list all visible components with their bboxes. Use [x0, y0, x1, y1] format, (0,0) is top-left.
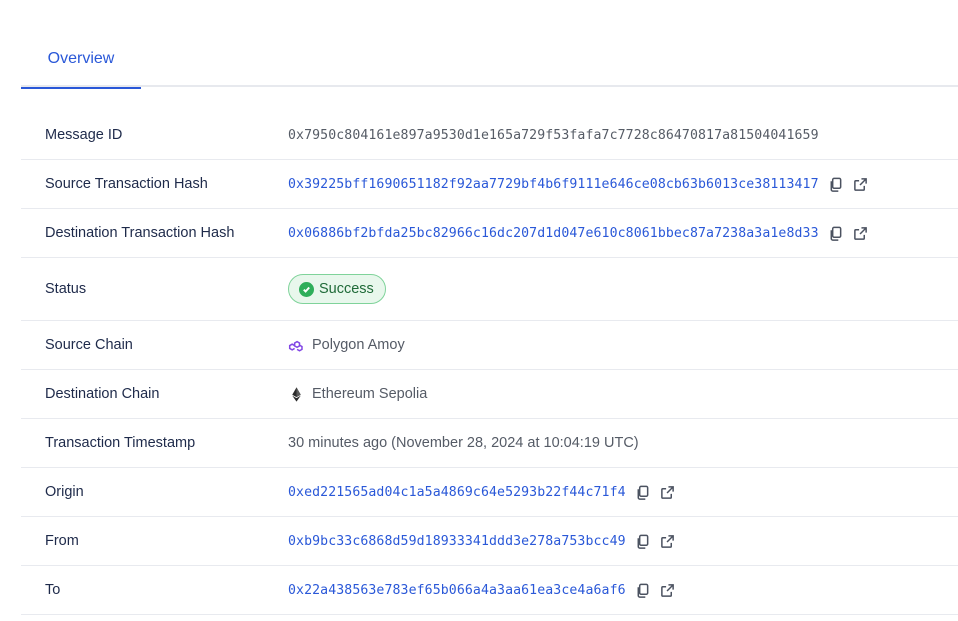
tab-overview[interactable]: Overview	[21, 0, 141, 89]
to-address-link[interactable]: 0x22a438563e783ef65b066a4a3aa61ea3ce4a6a…	[288, 583, 626, 598]
to-label: To	[45, 582, 61, 598]
destination-chain-label: Destination Chain	[45, 386, 160, 402]
status-badge-text: Success	[319, 281, 374, 297]
detail-row-from: From 0xb9bc33c6868d59d18933341ddd3e278a7…	[21, 517, 958, 566]
detail-row-destination-tx-hash: Destination Transaction Hash 0x06886bf2b…	[21, 209, 958, 258]
copy-icon[interactable]	[635, 533, 651, 549]
check-circle-icon	[299, 281, 314, 297]
detail-row-status: Status Success	[21, 258, 958, 321]
external-link-icon[interactable]	[660, 484, 676, 500]
from-address-link[interactable]: 0xb9bc33c6868d59d18933341ddd3e278a753bcc…	[288, 534, 626, 549]
ethereum-icon	[288, 386, 305, 403]
detail-row-origin: Origin 0xed221565ad04c1a5a4869c64e5293b2…	[21, 468, 958, 517]
detail-row-source-tx-hash: Source Transaction Hash 0x39225bff169065…	[21, 160, 958, 209]
detail-row-message-id: Message ID 0x7950c804161e897a9530d1e165a…	[21, 111, 958, 160]
source-chain-label: Source Chain	[45, 337, 133, 353]
polygon-icon	[288, 337, 305, 354]
timestamp-value: 30 minutes ago (November 28, 2024 at 10:…	[288, 435, 639, 451]
external-link-icon[interactable]	[660, 533, 676, 549]
detail-row-timestamp: Transaction Timestamp 30 minutes ago (No…	[21, 419, 958, 468]
tab-bar: Overview	[21, 0, 958, 89]
copy-icon[interactable]	[635, 582, 651, 598]
external-link-icon[interactable]	[853, 176, 869, 192]
origin-label: Origin	[45, 484, 84, 500]
from-label: From	[45, 533, 79, 549]
detail-row-destination-chain: Destination Chain Ethereum Sepolia	[21, 370, 958, 419]
tab-overview-label: Overview	[47, 49, 115, 67]
status-label: Status	[45, 281, 87, 297]
external-link-icon[interactable]	[660, 582, 676, 598]
transaction-details: Message ID 0x7950c804161e897a9530d1e165a…	[21, 111, 958, 615]
active-tab-indicator	[21, 87, 141, 89]
source-chain-name: Polygon Amoy	[312, 337, 405, 353]
destination-chain-name: Ethereum Sepolia	[312, 386, 428, 402]
source-tx-hash-link[interactable]: 0x39225bff1690651182f92aa7729bf4b6f9111e…	[288, 177, 819, 192]
origin-address-link[interactable]: 0xed221565ad04c1a5a4869c64e5293b22f44c71…	[288, 485, 626, 500]
detail-row-source-chain: Source Chain Polygon Amoy	[21, 321, 958, 370]
message-id-label: Message ID	[45, 127, 123, 143]
external-link-icon[interactable]	[853, 225, 869, 241]
copy-icon[interactable]	[635, 484, 651, 500]
copy-icon[interactable]	[828, 225, 844, 241]
detail-row-to: To 0x22a438563e783ef65b066a4a3aa61ea3ce4…	[21, 566, 958, 615]
destination-tx-hash-label: Destination Transaction Hash	[45, 225, 235, 241]
copy-icon[interactable]	[828, 176, 844, 192]
message-id-value: 0x7950c804161e897a9530d1e165a729f53fafa7…	[288, 127, 819, 143]
source-tx-hash-label: Source Transaction Hash	[45, 176, 208, 192]
status-badge: Success	[288, 274, 386, 304]
destination-tx-hash-link[interactable]: 0x06886bf2bfda25bc82966c16dc207d1d047e61…	[288, 226, 819, 241]
timestamp-label: Transaction Timestamp	[45, 435, 196, 451]
